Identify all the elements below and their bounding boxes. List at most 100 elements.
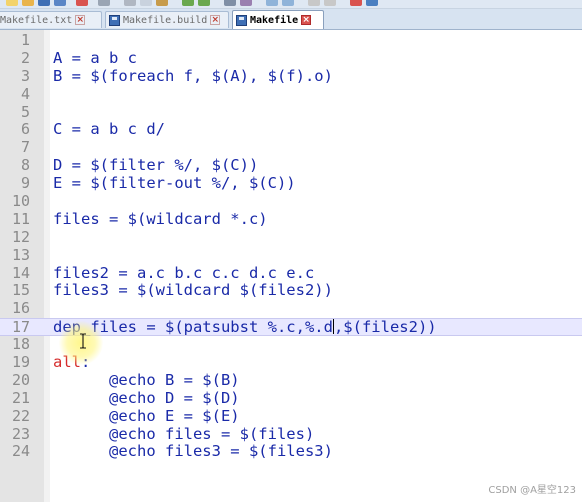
find-icon[interactable] [224,0,236,6]
code-line[interactable]: 23 @echo files = $(files) [0,424,582,444]
line-text: files3 = $(wildcard $(files2)) [53,281,333,300]
paste-icon[interactable] [156,0,168,6]
code-line[interactable]: 3 B = $(foreach f, $(A), $(f).o) [0,66,582,86]
line-text: C = a b c d/ [53,120,165,139]
editor-window: Makefile.txt × Makefile.build × Makefile… [0,0,582,502]
macro-play-icon[interactable] [366,0,378,6]
zoom-out-icon[interactable] [282,0,294,6]
tab-makefile-build[interactable]: Makefile.build × [105,11,229,28]
code-line[interactable]: 9 E = $(filter-out %/, $(C)) [0,174,582,193]
line-text: D = $(filter %/, $(C)) [53,156,259,175]
code-line[interactable]: 4 [0,84,582,104]
line-text: @echo D = $(D) [53,388,240,407]
line-text: all: [53,353,91,372]
line-number: 4 [20,84,30,103]
line-number: 10 [11,192,30,211]
print-icon[interactable] [98,0,110,6]
wrap-icon[interactable] [324,0,336,6]
code-line[interactable]: 21 @echo D = $(D) [0,388,582,408]
line-text: @echo E = $(E) [53,406,240,425]
new-file-icon[interactable] [6,0,18,6]
line-number: 13 [11,245,30,264]
redo-icon[interactable] [198,0,210,6]
code-line[interactable]: 13 [0,245,582,265]
copy-icon[interactable] [140,0,152,6]
cut-icon[interactable] [124,0,136,6]
tab-label: Makefile.build [123,14,208,26]
line-number: 7 [20,138,30,157]
code-line[interactable]: 16 [0,299,582,318]
line-text: @echo files = $(files) [53,424,315,443]
watermark: CSDN @A星空123 [488,485,576,496]
line-number: 23 [11,424,30,443]
line-text: B = $(foreach f, $(A), $(f).o) [53,66,333,85]
line-number: 2 [20,48,30,67]
code-line[interactable]: 2 A = a b c [0,48,582,68]
line-number: 20 [11,370,30,389]
tab-label: Makefile [250,14,299,26]
code-line-current[interactable]: 17 dep_files = $(patsubst %.c,%.d,$(files… [0,318,582,336]
code-line[interactable]: 20 @echo B = $(B) [0,370,582,390]
code-line[interactable]: 14 files2 = a.c b.c c.c d.c e.c [0,263,582,283]
tab-bar: Makefile.txt × Makefile.build × Makefile… [0,9,582,30]
line-text: E = $(filter-out %/, $(C)) [53,174,296,193]
line-number: 14 [11,263,30,282]
code-line[interactable]: 24 @echo files3 = $(files3) [0,443,582,461]
close-icon[interactable]: × [210,15,221,25]
line-number: 22 [11,406,30,425]
close-icon[interactable]: × [301,15,312,25]
sync-scroll-icon[interactable] [308,0,320,6]
line-number: 21 [11,388,30,407]
line-number: 5 [20,102,30,121]
open-file-icon[interactable] [22,0,34,6]
line-text: dep_files = $(patsubst %.c,%.d,$(files2)… [53,318,437,337]
disk-icon [109,14,120,26]
line-number: 19 [11,353,30,372]
line-number: 8 [20,156,30,175]
target-colon: : [81,353,91,372]
code-line[interactable]: 12 [0,227,582,247]
close-file-icon[interactable] [76,0,88,6]
line-text: @echo B = $(B) [53,370,240,389]
line-text: files = $(wildcard *.c) [53,209,268,228]
code-line[interactable]: 7 [0,138,582,157]
line-number: 24 [11,442,30,461]
line-number: 12 [11,227,30,246]
code-line[interactable]: 6 C = a b c d/ [0,121,582,139]
line-number: 6 [20,120,30,139]
code-editor[interactable]: 1 2 A = a b c 3 B = $(foreach f, $(A), $(f… [0,30,582,502]
save-icon[interactable] [38,0,50,6]
target-keyword: all [53,353,81,372]
toolbar [0,0,582,9]
code-lines: 1 2 A = a b c 3 B = $(foreach f, $(A), $(f… [0,31,582,461]
code-line[interactable]: 8 D = $(filter %/, $(C)) [0,156,582,175]
line-text-before-caret: dep_files = $(patsubst %.c,%.d [53,318,333,337]
line-text: files2 = a.c b.c c.c d.c e.c [53,263,315,282]
line-number: 3 [20,66,30,85]
code-line[interactable]: 11 files = $(wildcard *.c) [0,209,582,229]
code-line[interactable]: 10 [0,192,582,211]
code-line[interactable]: 18 [0,335,582,354]
line-number: 18 [11,335,30,354]
save-all-icon[interactable] [54,0,66,6]
code-line[interactable]: 22 @echo E = $(E) [0,406,582,426]
line-number: 16 [11,299,30,318]
line-text: @echo files3 = $(files3) [53,442,333,461]
undo-icon[interactable] [182,0,194,6]
line-text-after-caret: ,$(files2)) [333,318,437,337]
zoom-in-icon[interactable] [266,0,278,6]
macro-record-icon[interactable] [350,0,362,6]
replace-icon[interactable] [240,0,252,6]
code-line[interactable]: 19 all: [0,353,582,372]
line-number: 15 [11,281,30,300]
code-line[interactable]: 5 [0,102,582,122]
line-number: 9 [20,174,30,193]
line-number: 11 [11,209,30,228]
close-icon[interactable]: × [75,15,86,25]
tab-makefile-txt[interactable]: Makefile.txt × [0,11,102,28]
code-line[interactable]: 15 files3 = $(wildcard $(files2)) [0,282,582,300]
line-text: A = a b c [53,48,137,67]
tab-makefile[interactable]: Makefile × [232,10,324,29]
code-line[interactable]: 1 [0,31,582,50]
line-number: 1 [20,31,30,49]
